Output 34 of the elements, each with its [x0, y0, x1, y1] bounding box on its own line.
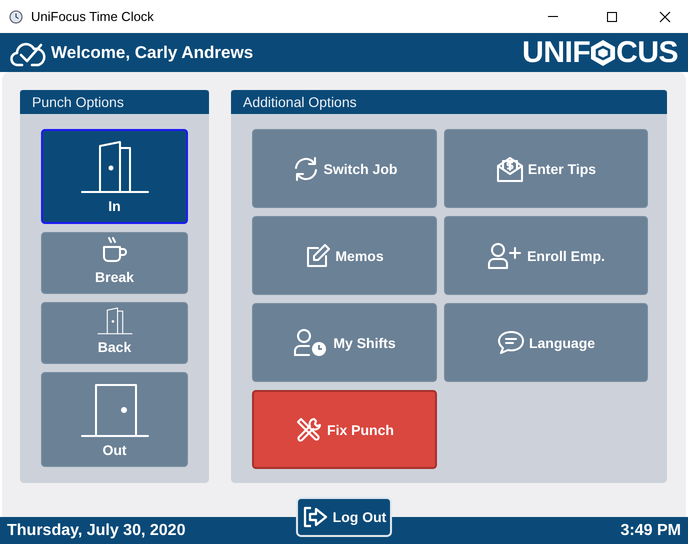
window-title: UniFocus Time Clock	[31, 9, 155, 24]
exit-icon	[302, 506, 328, 528]
panel-header: Additional Options	[231, 90, 667, 114]
tools-icon	[295, 416, 324, 444]
punch-button[interactable]: In	[41, 129, 188, 224]
user-plus-icon	[487, 242, 524, 270]
logout-button[interactable]: Log Out	[296, 497, 392, 537]
time-text: 3:49 PM	[620, 522, 681, 540]
close-icon	[659, 10, 671, 22]
option-button[interactable]: Enter Tips	[444, 129, 648, 208]
door-icon	[96, 306, 132, 335]
logo-text: UNIF	[522, 36, 590, 70]
option-button[interactable]: Fix Punch	[252, 390, 437, 469]
hexagon-icon	[590, 38, 616, 66]
panel-header: Punch Options	[20, 90, 209, 114]
logo-text: CUS	[616, 36, 678, 70]
envelope-icon	[496, 154, 524, 182]
option-button[interactable]: My Shifts	[252, 303, 437, 382]
option-button[interactable]: Switch Job	[252, 129, 437, 208]
welcome-text: Welcome, Carly Andrews	[51, 42, 254, 62]
door-icon	[80, 382, 150, 438]
date-text: Thursday, July 30, 2020	[7, 522, 186, 540]
punch-button[interactable]: Out	[41, 372, 188, 467]
option-button[interactable]: Language	[444, 303, 648, 382]
maximize-icon	[606, 10, 618, 22]
clock-icon	[9, 10, 23, 24]
punch-button[interactable]: Back	[41, 302, 188, 364]
speech-bubble-icon	[496, 330, 525, 356]
door-icon	[80, 138, 150, 194]
option-button[interactable]: Enroll Emp.	[444, 216, 648, 295]
minimize-icon	[548, 16, 558, 17]
pencil-icon	[305, 242, 332, 268]
option-button[interactable]: Memos	[252, 216, 437, 295]
punch-button[interactable]: Break	[41, 232, 188, 294]
